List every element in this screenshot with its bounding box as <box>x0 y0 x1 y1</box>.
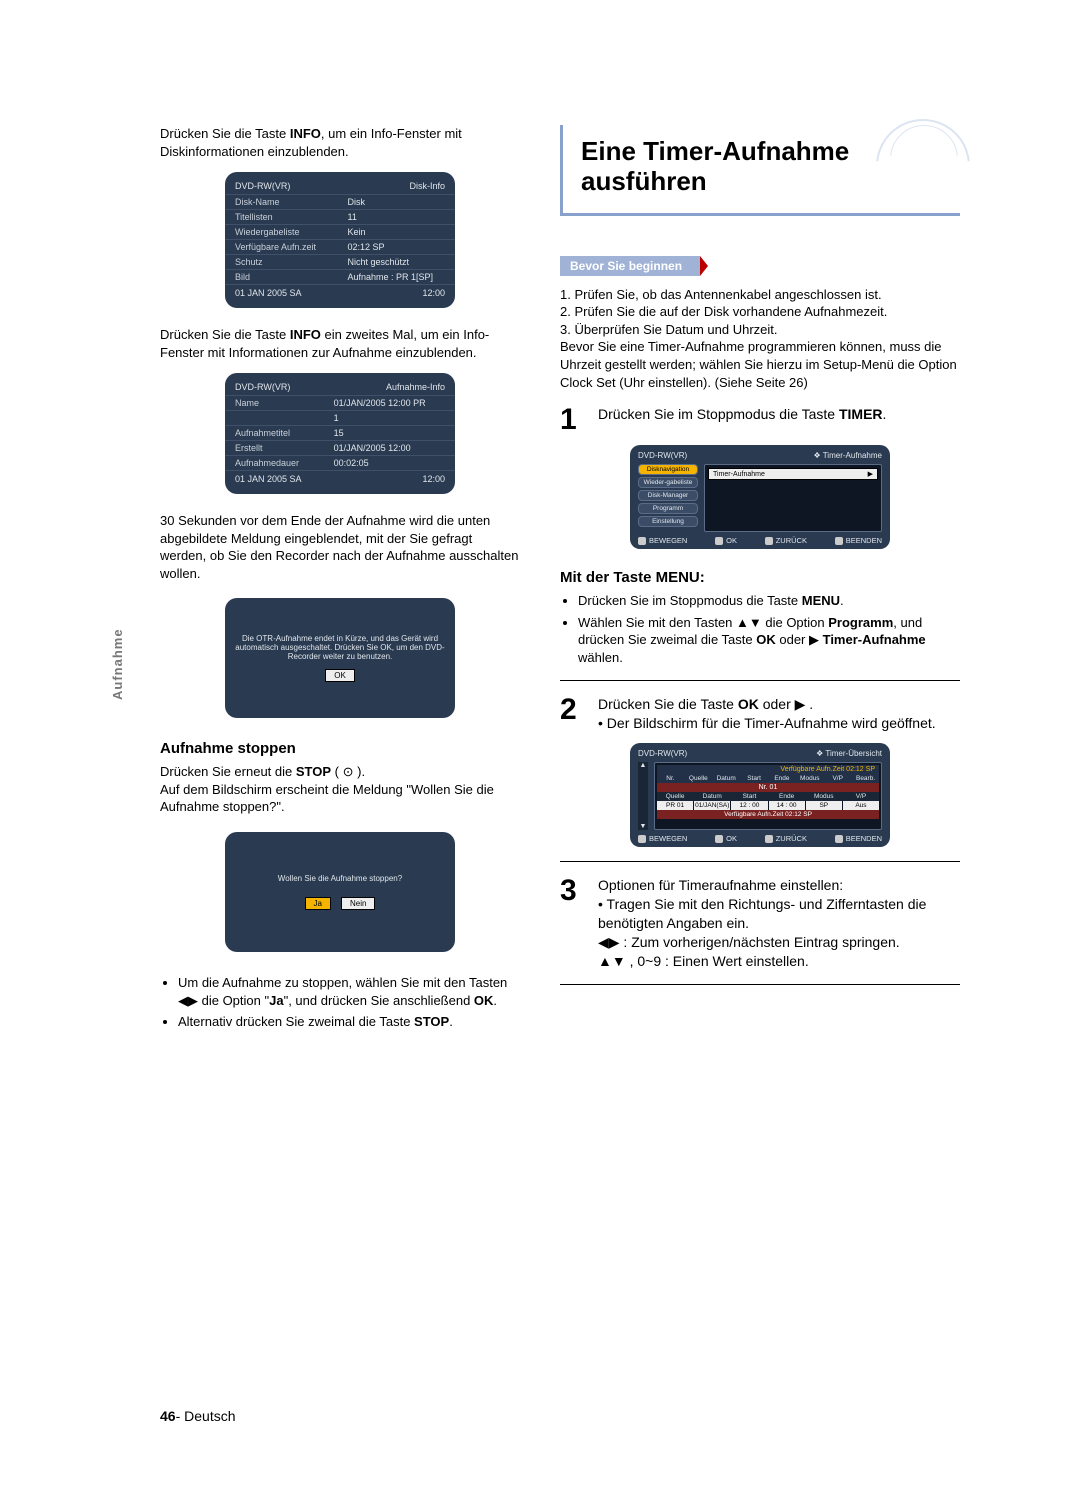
arrow-right-icon: ▶ <box>868 470 873 478</box>
step-1: 1 Drücken Sie im Stoppmodus die Taste TI… <box>560 405 960 435</box>
osd-disk-info: DVD-RW(VR)Disk-Info Disk-NameDisk Titell… <box>225 172 455 308</box>
before-list: 1. Prüfen Sie, ob das Antennenkabel ange… <box>560 286 960 391</box>
section-title: Eine Timer-Aufnahme ausführen <box>560 125 960 216</box>
osd-side-playlist[interactable]: Wieder-gabeliste <box>638 477 698 488</box>
back-icon <box>765 537 773 545</box>
disc-icon <box>860 119 970 189</box>
ok-icon <box>715 835 723 843</box>
intro-paragraph-1: Drücken Sie die Taste INFO, um ein Info-… <box>160 125 520 160</box>
section-side-label: Aufnahme <box>110 628 125 700</box>
heading-stop-recording: Aufnahme stoppen <box>160 740 520 757</box>
osd-otr-end: Die OTR-Aufnahme endet in Kürze, und das… <box>225 598 455 718</box>
scroll-up-icon[interactable]: ▲ <box>640 762 647 769</box>
exit-icon <box>835 835 843 843</box>
move-icon <box>638 835 646 843</box>
before-you-begin-heading: Bevor Sie beginnen <box>560 256 700 276</box>
osd-no-button[interactable]: Nein <box>341 897 375 910</box>
ok-icon <box>715 537 723 545</box>
separator-1 <box>560 680 960 681</box>
osd-yes-button[interactable]: Ja <box>305 897 331 910</box>
intro-paragraph-2: Drücken Sie die Taste INFO ein zweites M… <box>160 326 520 361</box>
separator-3 <box>560 984 960 985</box>
osd-timer-menu: DVD-RW(VR)❖ Timer-Aufnahme Disknavigatio… <box>630 445 890 549</box>
menu-bullets: Drücken Sie im Stoppmodus die Taste MENU… <box>560 592 960 666</box>
osd-side-program[interactable]: Programm <box>638 503 698 514</box>
page-footer: 46- Deutsch <box>160 1408 236 1424</box>
osd-side-disknav[interactable]: Disknavigation <box>638 464 698 475</box>
heading-menu-key: Mit der Taste MENU: <box>560 569 960 586</box>
back-icon <box>765 835 773 843</box>
osd-ok-button[interactable]: OK <box>325 669 355 682</box>
stop-icon: ⊙ <box>343 764 354 779</box>
step-2: 2 Drücken Sie die Taste OK oder ▶ . • De… <box>560 695 960 733</box>
osd-record-info: DVD-RW(VR)Aufnahme-Info Name01/JAN/2005 … <box>225 373 455 494</box>
exit-icon <box>835 537 843 545</box>
step-3: 3 Optionen für Timeraufnahme einstellen:… <box>560 876 960 970</box>
stop-paragraph: Drücken Sie erneut die STOP ( ⊙ ). Auf d… <box>160 763 520 816</box>
osd-timer-overview: DVD-RW(VR)❖ Timer-Übersicht ▲▼ Verfügbar… <box>630 743 890 847</box>
osd-side-settings[interactable]: Einstellung <box>638 516 698 527</box>
move-icon <box>638 537 646 545</box>
scroll-down-icon[interactable]: ▼ <box>640 823 647 830</box>
stop-bullets: Um die Aufnahme zu stoppen, wählen Sie m… <box>160 974 520 1031</box>
osd-stop-confirm: Wollen Sie die Aufnahme stoppen? Ja Nein <box>225 832 455 952</box>
osd-main-timer-item[interactable]: Timer-Aufnahme▶ <box>708 468 878 480</box>
separator-2 <box>560 861 960 862</box>
paragraph-30sec: 30 Sekunden vor dem Ende der Aufnahme wi… <box>160 512 520 582</box>
osd-side-diskmgr[interactable]: Disk-Manager <box>638 490 698 501</box>
